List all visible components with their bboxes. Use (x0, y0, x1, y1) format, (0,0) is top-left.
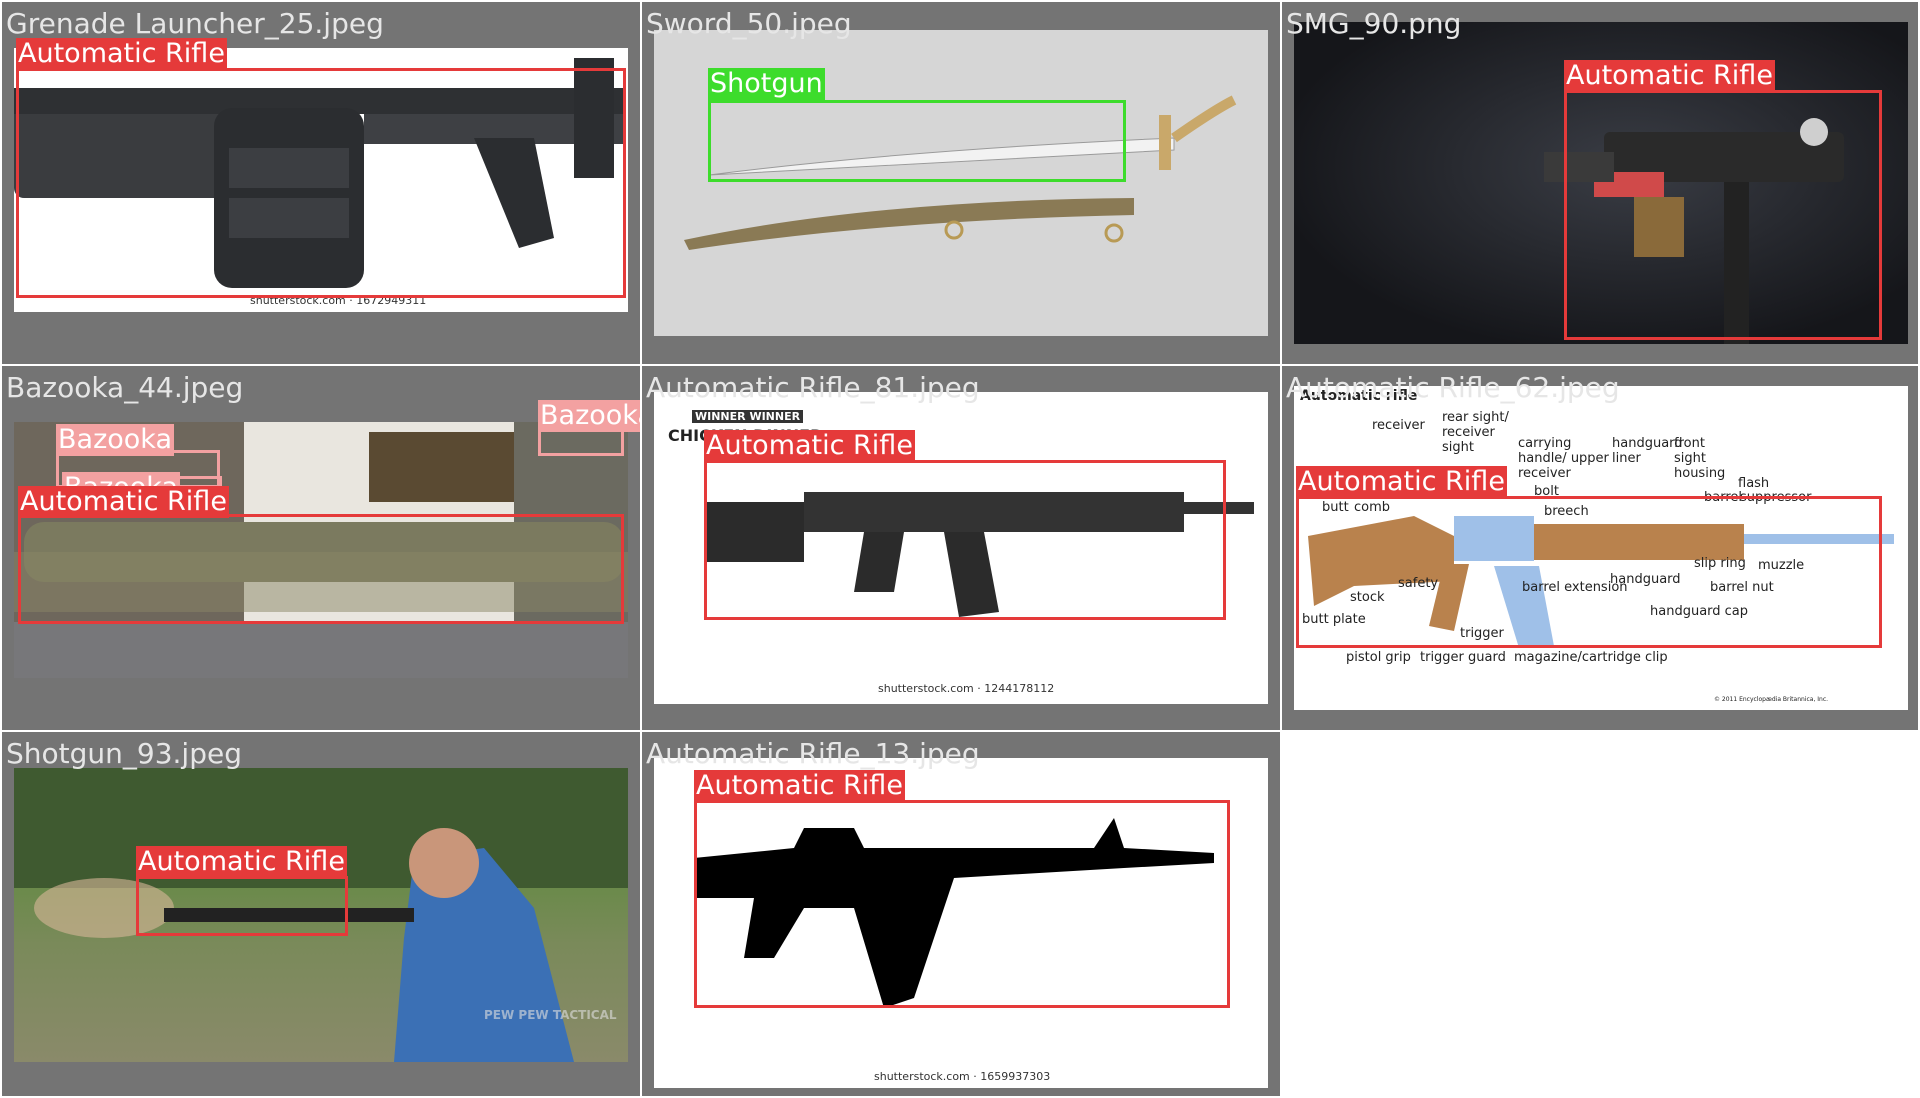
part-label: flash (1738, 476, 1770, 491)
image-tile: Automatic Rifle SMG_90.png (1282, 2, 1918, 364)
image-tile: Shotgun Sword_50.jpeg (642, 2, 1280, 364)
detection-box (136, 876, 348, 936)
image-tile: PEW PEW TACTICAL Automatic Rifle Shotgun… (2, 732, 640, 1096)
part-label: rear sight/ receiver sight (1442, 410, 1509, 455)
detection-label: Automatic Rifle (18, 486, 229, 518)
detection-label: Automatic Rifle (704, 430, 915, 462)
detection-label: Automatic Rifle (1296, 466, 1507, 498)
image-tile: WINNER WINNER CHICKEN DINNER shutterstoc… (642, 366, 1280, 730)
image-filename: Automatic Rifle_13.jpeg (646, 737, 980, 770)
image-filename: Bazooka_44.jpeg (6, 371, 244, 404)
image-filename: Grenade Launcher_25.jpeg (6, 7, 384, 40)
detection-box (18, 514, 624, 624)
detection-box (704, 460, 1226, 620)
detection-label: Shotgun (708, 68, 825, 100)
detection-box (1564, 90, 1882, 340)
stock-credit: shutterstock.com · 1244178112 (878, 682, 1055, 695)
detection-label: Bazooka (56, 424, 174, 456)
image-tile: Bazooka Bazooka Bazooka Automatic Rifle … (2, 366, 640, 730)
detection-label: Bazooka (538, 400, 640, 432)
part-label: pistol grip (1346, 650, 1411, 665)
detection-box (16, 68, 626, 298)
image-filename: Sword_50.jpeg (646, 7, 852, 40)
image-tile: shutterstock.com · 1672949311 Automatic … (2, 2, 640, 364)
detection-label: Automatic Rifle (694, 770, 905, 802)
detection-box (708, 100, 1126, 182)
part-label: front sight housing (1674, 436, 1726, 481)
watermark-text: PEW PEW TACTICAL (484, 1008, 617, 1022)
image-tile: Automatic rifle receiver rear sight/ rec… (1282, 366, 1918, 730)
image-filename: Automatic Rifle_62.jpeg (1286, 371, 1620, 404)
part-label: magazine/cartridge clip (1514, 650, 1668, 665)
detection-box (1296, 496, 1882, 648)
image-filename: SMG_90.png (1286, 7, 1462, 40)
detection-box (694, 800, 1230, 1008)
image-filename: Shotgun_93.jpeg (6, 737, 242, 770)
image-tile: shutterstock.com · 1659937303 Automatic … (642, 732, 1280, 1096)
part-label: handguard liner (1612, 436, 1683, 466)
part-label: trigger guard (1420, 650, 1506, 665)
copyright-text: © 2011 Encyclopædia Britannica, Inc. (1714, 696, 1829, 703)
part-label: carrying handle/ upper receiver (1518, 436, 1609, 481)
detection-label: Automatic Rifle (1564, 60, 1775, 92)
detection-label: Automatic Rifle (136, 846, 347, 878)
image-filename: Automatic Rifle_81.jpeg (646, 371, 980, 404)
part-label: receiver (1372, 418, 1425, 433)
stock-credit: shutterstock.com · 1659937303 (874, 1070, 1051, 1083)
